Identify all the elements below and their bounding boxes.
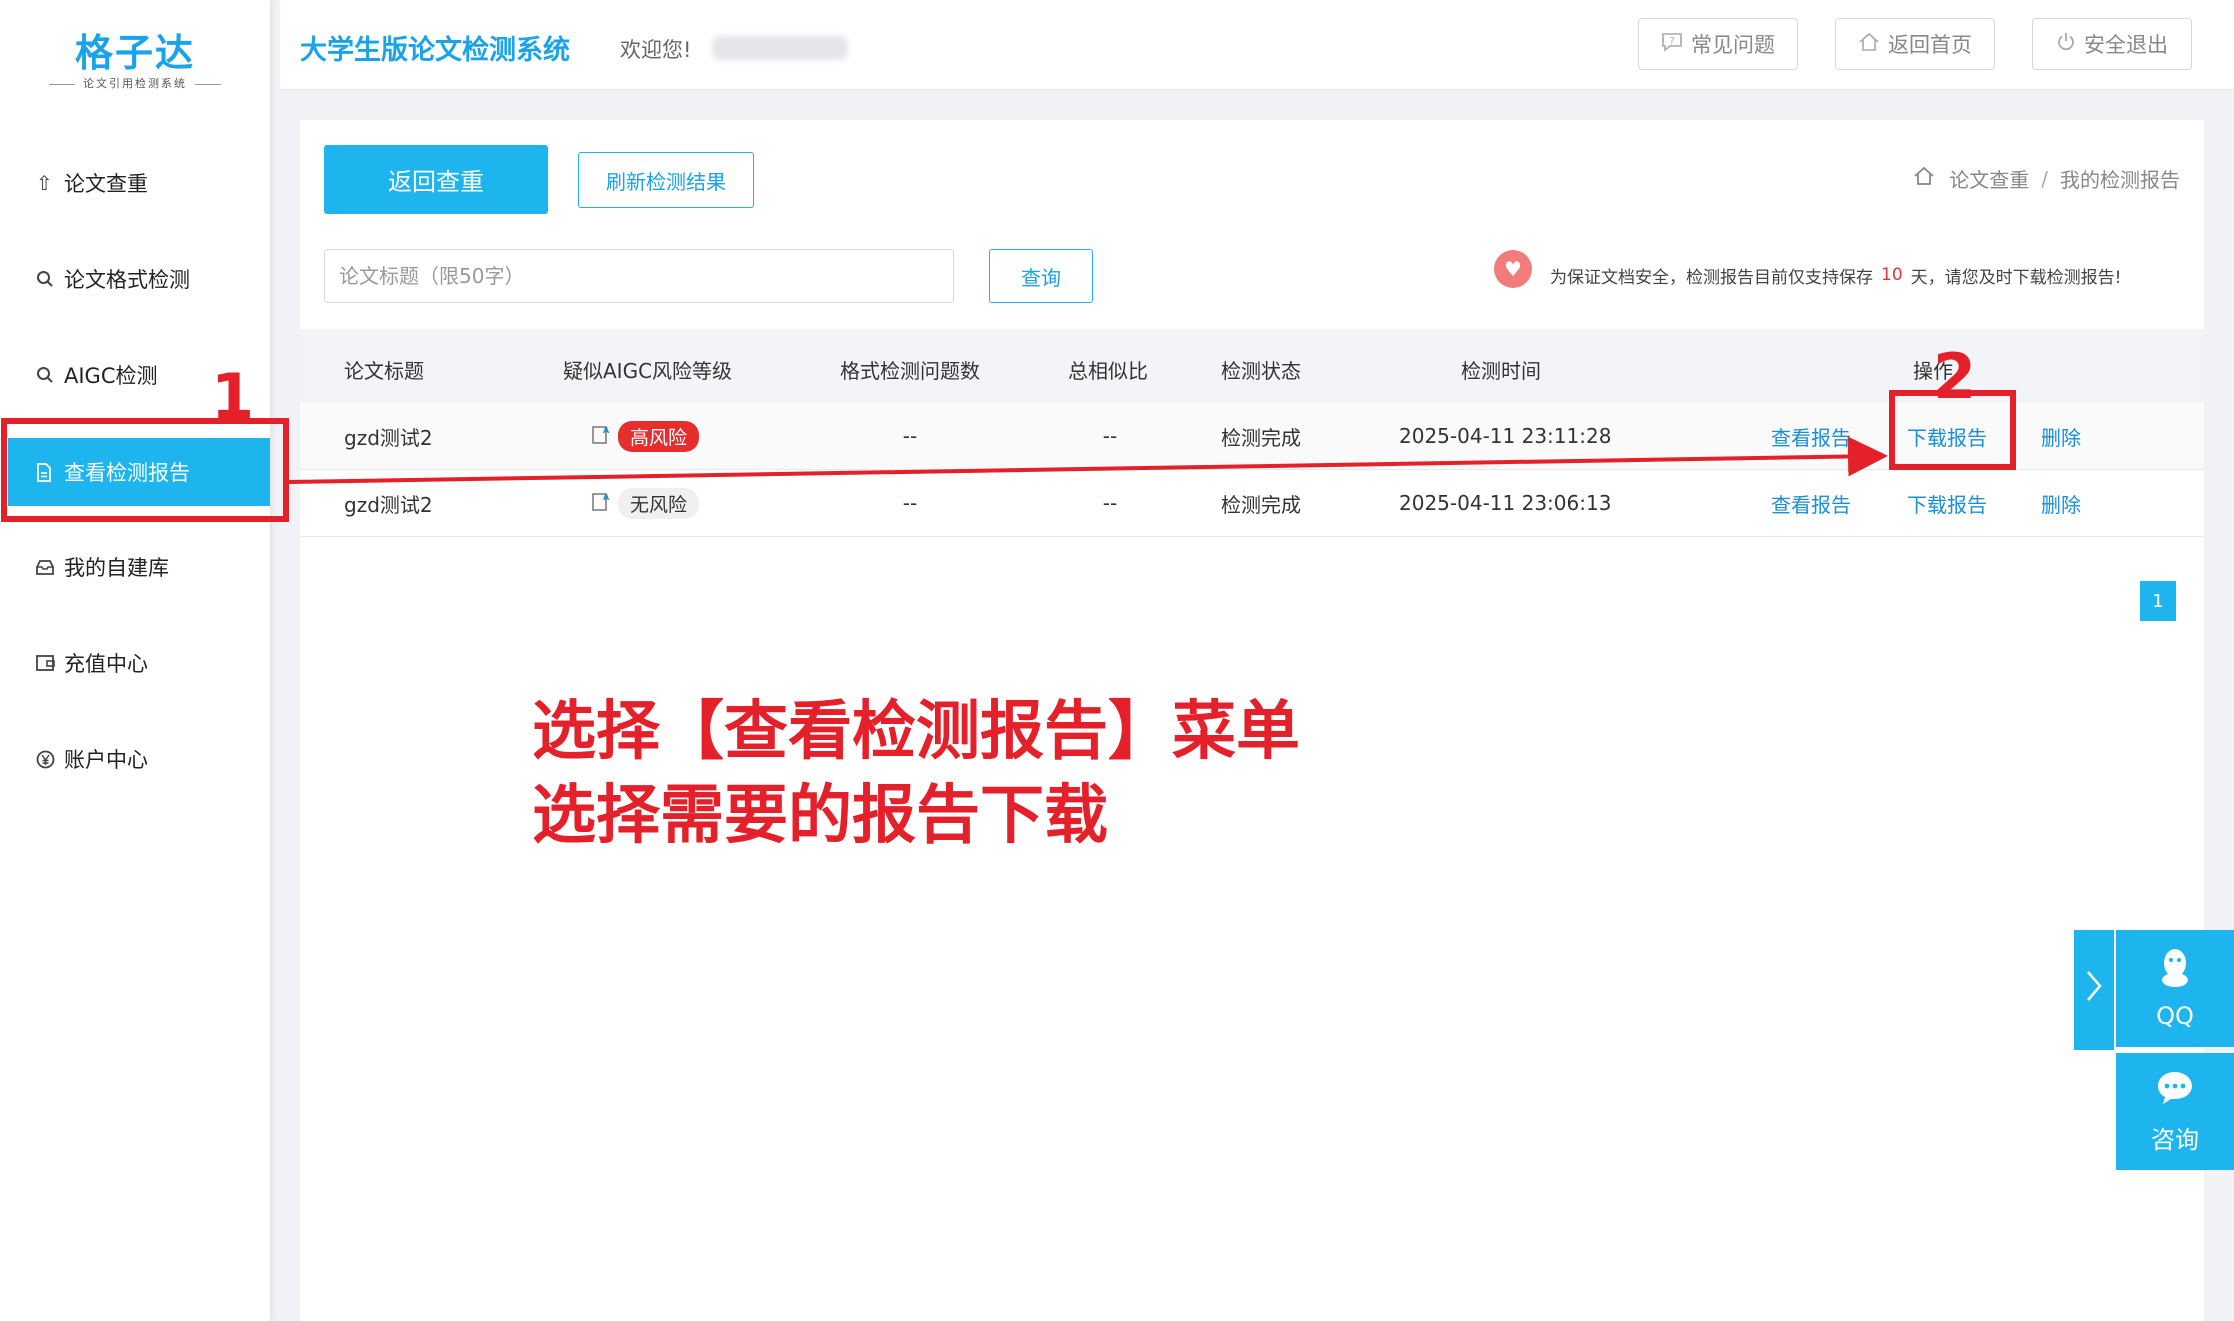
- annotation-line-2: 选择需要的报告下载: [532, 779, 1108, 853]
- annotation-instructions: 选择【查看检测报告】菜单 选择需要的报告下载: [532, 690, 1300, 858]
- annotation-arrow: [288, 436, 1888, 484]
- annotation-line-1: 选择【查看检测报告】菜单: [532, 695, 1300, 769]
